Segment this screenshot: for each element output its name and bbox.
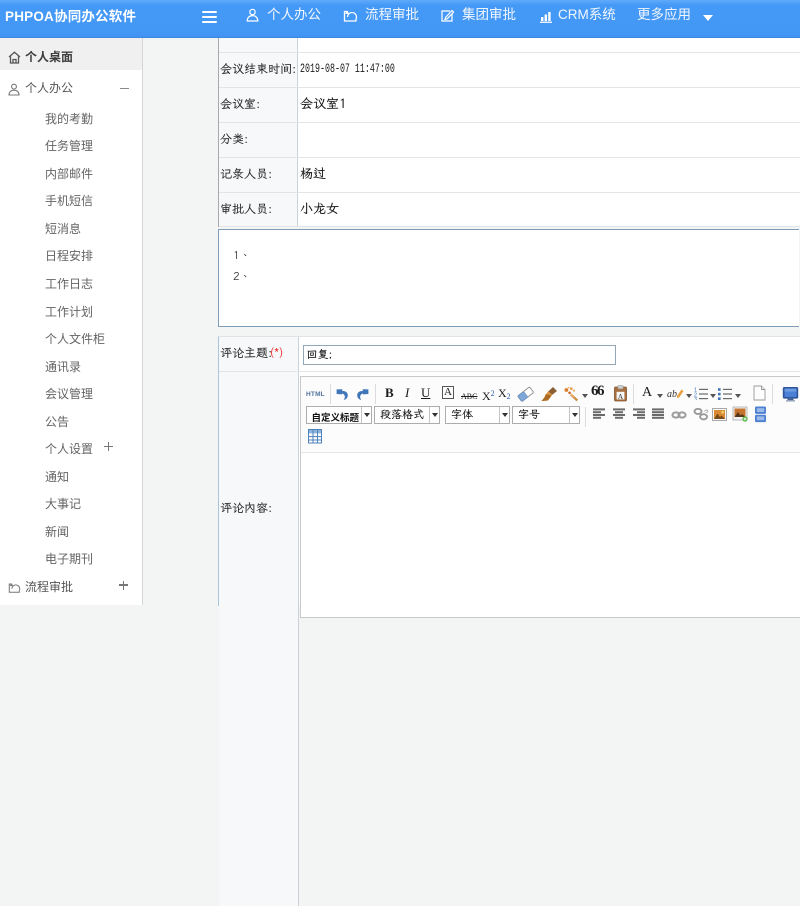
svg-text:A: A — [618, 392, 624, 401]
svg-text:ab: ab — [667, 389, 677, 400]
svg-text:3: 3 — [694, 397, 697, 400]
